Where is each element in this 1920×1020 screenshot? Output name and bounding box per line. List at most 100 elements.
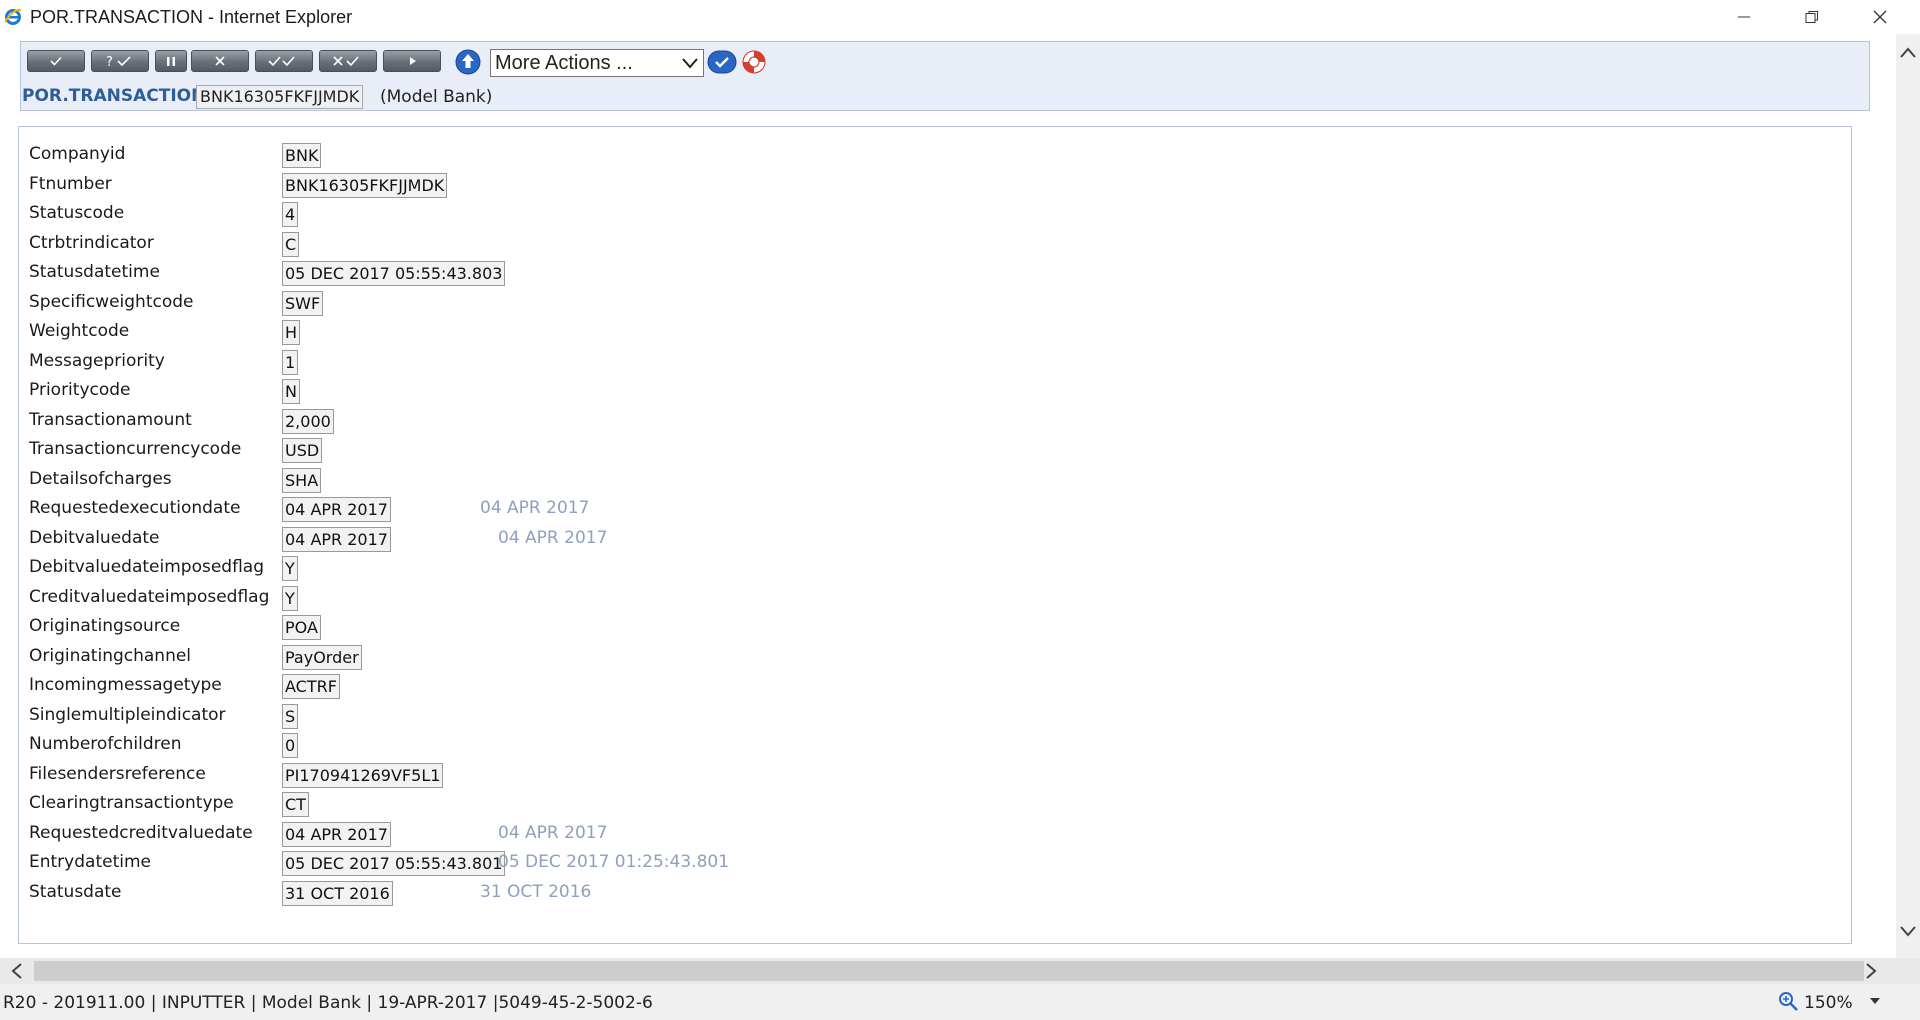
authorise-button[interactable] — [255, 50, 313, 72]
field-label: Filesendersreference — [29, 764, 206, 784]
field-label: Statusdatetime — [29, 262, 160, 282]
field-row-singlemultipleindicator: Singlemultipleindicator S — [29, 704, 1829, 729]
field-row-specificweightcode: Specificweightcode SWF — [29, 291, 1829, 316]
field-label: Creditvaluedateimposedflag — [29, 587, 270, 607]
scroll-left-icon[interactable] — [8, 962, 26, 980]
field-value: BNK — [282, 143, 322, 168]
field-label: Requestedcreditvaluedate — [29, 823, 253, 843]
chevron-down-icon — [682, 58, 698, 69]
field-row-originatingsource: Originatingsource POA — [29, 615, 1829, 640]
toolbar-panel: ? More Actions ... POR.TRANSACTION BNK16… — [20, 41, 1870, 111]
field-label: Requestedexecutiondate — [29, 498, 241, 518]
record-id-field[interactable]: BNK16305FKFJJMDK — [196, 85, 364, 109]
field-value: C — [282, 232, 300, 257]
reverse-button[interactable] — [319, 50, 377, 72]
field-value: PayOrder — [282, 645, 362, 670]
go-button[interactable] — [707, 49, 737, 75]
restore-icon — [1805, 11, 1818, 23]
go-icon — [707, 50, 737, 74]
more-actions-label: More Actions ... — [495, 52, 633, 74]
field-row-detailsofcharges: Detailsofcharges SHA — [29, 468, 1829, 493]
help-button[interactable] — [741, 49, 767, 75]
field-value: H — [282, 320, 301, 345]
field-enrichment: 04 APR 2017 — [480, 498, 590, 518]
field-row-statusdatetime: Statusdatetime 05 DEC 2017 05:55:43.803 — [29, 261, 1829, 286]
delete-button[interactable] — [191, 50, 249, 72]
scroll-right-icon[interactable] — [1862, 962, 1880, 980]
field-value: 05 DEC 2017 05:55:43.803 — [282, 261, 506, 286]
field-row-requestedcreditvaluedate: Requestedcreditvaluedate 04 APR 2017 04 … — [29, 822, 1829, 847]
transaction-form: Companyid BNK Ftnumber BNK16305FKFJJMDK … — [18, 126, 1852, 944]
upload-button[interactable] — [455, 49, 481, 75]
field-enrichment: 04 APR 2017 — [498, 823, 608, 843]
field-row-originatingchannel: Originatingchannel PayOrder — [29, 645, 1829, 670]
field-value: BNK16305FKFJJMDK — [282, 173, 448, 198]
field-value: CT — [282, 792, 309, 817]
field-value: 31 OCT 2016 — [282, 881, 393, 906]
arrow-right-icon — [410, 57, 416, 65]
field-value: S — [282, 704, 299, 729]
scroll-down-icon[interactable] — [1899, 922, 1917, 940]
field-label: Debitvaluedateimposedflag — [29, 557, 264, 577]
field-label: Entrydatetime — [29, 852, 151, 872]
cross-icon — [215, 56, 225, 66]
field-value: POA — [282, 615, 321, 640]
field-row-debitvaluedate: Debitvaluedate 04 APR 2017 04 APR 2017 — [29, 527, 1829, 552]
close-button[interactable] — [1852, 0, 1908, 34]
field-row-prioritycode: Prioritycode N — [29, 379, 1829, 404]
field-row-debitvaluedateimposedflag: Debitvaluedateimposedflag Y — [29, 556, 1829, 581]
field-row-messagepriority: Messagepriority 1 — [29, 350, 1829, 375]
minimize-button[interactable] — [1716, 0, 1772, 34]
pause-button[interactable] — [155, 50, 187, 72]
field-row-clearingtransactiontype: Clearingtransactiontype CT — [29, 792, 1829, 817]
field-value: PI170941269VF5L1 — [282, 763, 444, 788]
internet-explorer-icon — [3, 7, 23, 27]
zoom-icon[interactable] — [1778, 991, 1800, 1013]
field-row-creditvaluedateimposedflag: Creditvaluedateimposedflag Y — [29, 586, 1829, 611]
field-row-incomingmessagetype: Incomingmessagetype ACTRF — [29, 674, 1829, 699]
hold-button[interactable]: ? — [91, 50, 149, 72]
horizontal-scroll-thumb[interactable] — [34, 961, 1864, 981]
question-check-icon: ? — [106, 55, 131, 68]
zoom-dropdown-icon[interactable] — [1868, 996, 1882, 1006]
cross-check-icon — [333, 56, 359, 67]
field-label: Originatingchannel — [29, 646, 192, 666]
field-row-transactioncurrencycode: Transactioncurrencycode USD — [29, 438, 1829, 463]
field-label: Debitvaluedate — [29, 528, 160, 548]
field-label: Statuscode — [29, 203, 125, 223]
more-actions-select[interactable]: More Actions ... — [490, 49, 704, 77]
lifebuoy-icon — [742, 50, 766, 74]
scroll-up-icon[interactable] — [1899, 44, 1917, 62]
close-icon — [1873, 10, 1887, 24]
horizontal-scrollbar[interactable] — [0, 958, 1920, 984]
field-enrichment: 05 DEC 2017 01:25:43.801 — [498, 852, 730, 872]
application-name: POR.TRANSACTION — [22, 86, 206, 106]
field-label: Transactionamount — [29, 410, 192, 430]
zoom-level[interactable]: 150% — [1804, 993, 1853, 1013]
field-value: USD — [282, 438, 323, 463]
window-titlebar: POR.TRANSACTION - Internet Explorer — [0, 0, 1920, 34]
check-icon — [50, 56, 62, 66]
field-row-statusdate: Statusdate 31 OCT 2016 31 OCT 2016 — [29, 881, 1829, 906]
field-value: 04 APR 2017 — [282, 527, 391, 552]
field-value: SWF — [282, 291, 324, 316]
field-value: N — [282, 379, 300, 404]
field-row-ftnumber: Ftnumber BNK16305FKFJJMDK — [29, 173, 1829, 198]
field-label: Detailsofcharges — [29, 469, 172, 489]
window-title: POR.TRANSACTION - Internet Explorer — [30, 7, 353, 27]
status-text: R20 - 201911.00 | INPUTTER | Model Bank … — [3, 993, 653, 1013]
restore-button[interactable] — [1784, 0, 1840, 34]
field-label: Transactioncurrencycode — [29, 439, 242, 459]
field-label: Singlemultipleindicator — [29, 705, 226, 725]
field-row-statuscode: Statuscode 4 — [29, 202, 1829, 227]
next-button[interactable] — [383, 50, 441, 72]
field-label: Weightcode — [29, 321, 130, 341]
company-name: (Model Bank) — [380, 87, 493, 107]
field-label: Companyid — [29, 144, 126, 164]
field-row-companyid: Companyid BNK — [29, 143, 1829, 168]
field-value: SHA — [282, 468, 322, 493]
field-value: 0 — [282, 733, 299, 758]
field-row-entrydatetime: Entrydatetime 05 DEC 2017 05:55:43.801 0… — [29, 851, 1829, 876]
vertical-scrollbar[interactable] — [1896, 34, 1920, 958]
validate-button[interactable] — [27, 50, 85, 72]
